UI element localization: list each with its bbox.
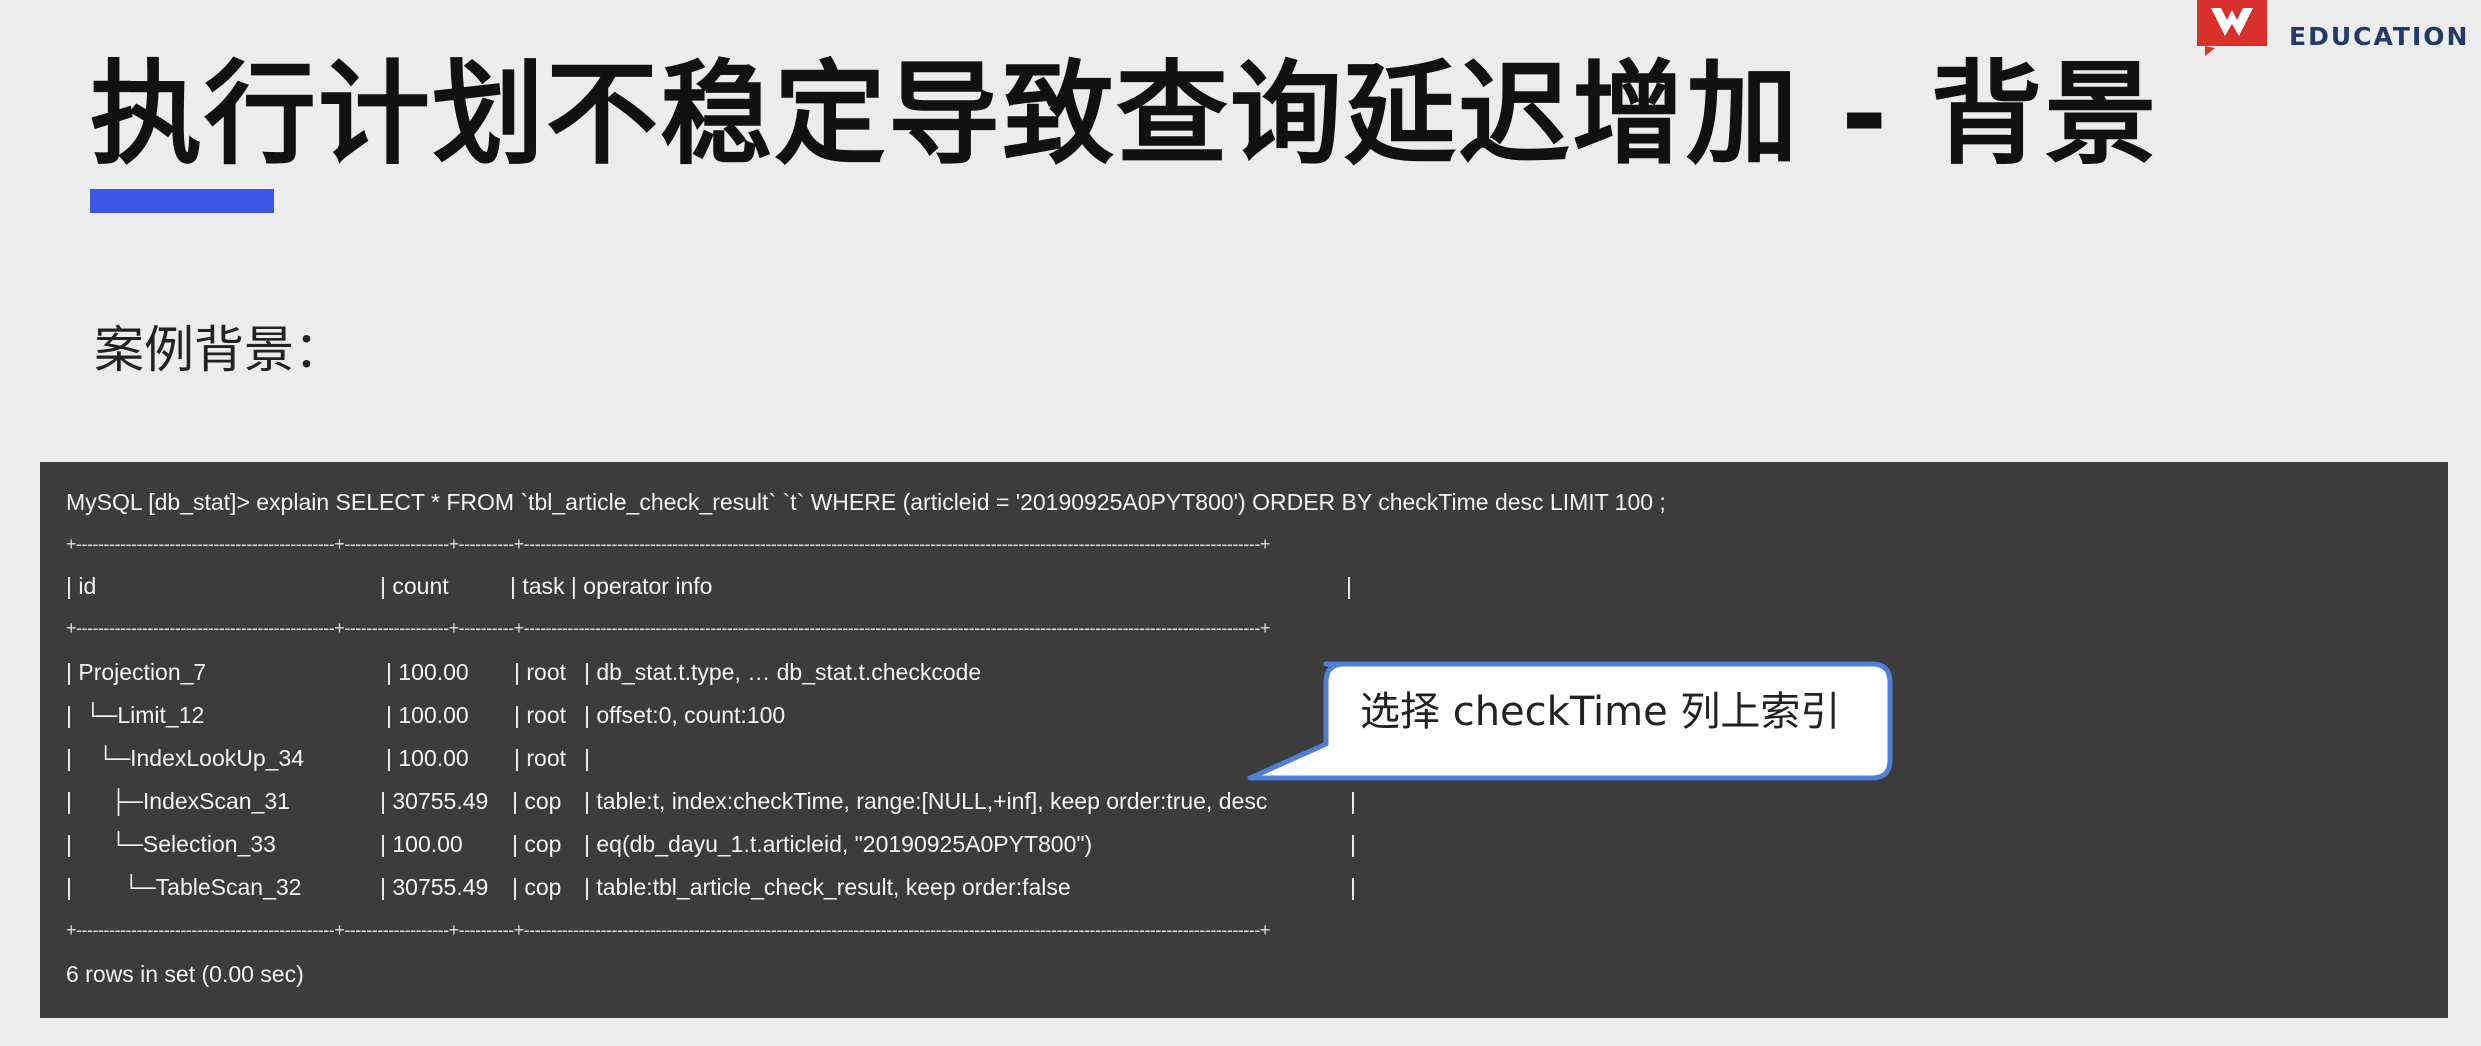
- row-task: | root: [514, 745, 566, 771]
- logo-text: EDUCATION: [2289, 22, 2470, 51]
- row-count: | 100.00: [386, 702, 469, 728]
- row-id: | └─IndexLookUp_34: [66, 745, 305, 771]
- table-separator: +---------------------------------------…: [66, 618, 1270, 638]
- table-separator: +---------------------------------------…: [66, 534, 1270, 554]
- row-end: |: [1350, 831, 1356, 857]
- row-id: | └─Limit_12: [66, 702, 205, 728]
- row-task: | cop: [512, 831, 562, 857]
- row-task: | cop: [512, 874, 562, 900]
- table-separator: +---------------------------------------…: [66, 920, 1270, 940]
- row-count: | 100.00: [380, 831, 463, 857]
- row-end: |: [1350, 874, 1356, 900]
- row-info: | table:tbl_article_check_result, keep o…: [584, 874, 1071, 900]
- row-info: | table:t, index:checkTime, range:[NULL,…: [584, 788, 1268, 814]
- row-count: | 100.00: [386, 745, 469, 771]
- row-count: | 30755.49: [380, 788, 489, 814]
- result-footer: 6 rows in set (0.00 sec): [66, 961, 304, 987]
- row-info: |: [584, 745, 590, 771]
- logo: EDUCATION: [2197, 0, 2467, 60]
- row-id: | └─TableScan_32: [66, 874, 302, 900]
- slide-title: 执行计划不稳定导致查询延迟增加 - 背景: [90, 50, 2159, 180]
- header-end: |: [1346, 573, 1352, 599]
- pingcap-logo-icon: [2197, 0, 2267, 56]
- callout-text: 选择 checkTime 列上索引: [1360, 689, 1841, 735]
- row-info: | eq(db_dayu_1.t.articleid, "20190925A0P…: [584, 831, 1093, 857]
- sql-command: MySQL [db_stat]> explain SELECT * FROM `…: [66, 489, 1666, 515]
- row-task: | root: [514, 659, 566, 685]
- row-info: | db_stat.t.type, … db_stat.t.checkcode: [584, 659, 982, 685]
- row-id: | ├─IndexScan_31: [66, 788, 290, 814]
- row-id: | └─Selection_33: [66, 831, 276, 857]
- title-accent-bar: [90, 189, 274, 213]
- row-info: | offset:0, count:100: [584, 702, 786, 728]
- header-count: | count: [380, 573, 449, 599]
- row-count: | 30755.49: [380, 874, 489, 900]
- row-task: | cop: [512, 788, 562, 814]
- header-id: | id: [66, 573, 97, 599]
- row-count: | 100.00: [386, 659, 469, 685]
- row-task: | root: [514, 702, 566, 728]
- header-task-info: | task | operator info: [510, 573, 713, 599]
- row-id: | Projection_7: [66, 659, 207, 685]
- section-label: 案例背景：: [94, 321, 344, 379]
